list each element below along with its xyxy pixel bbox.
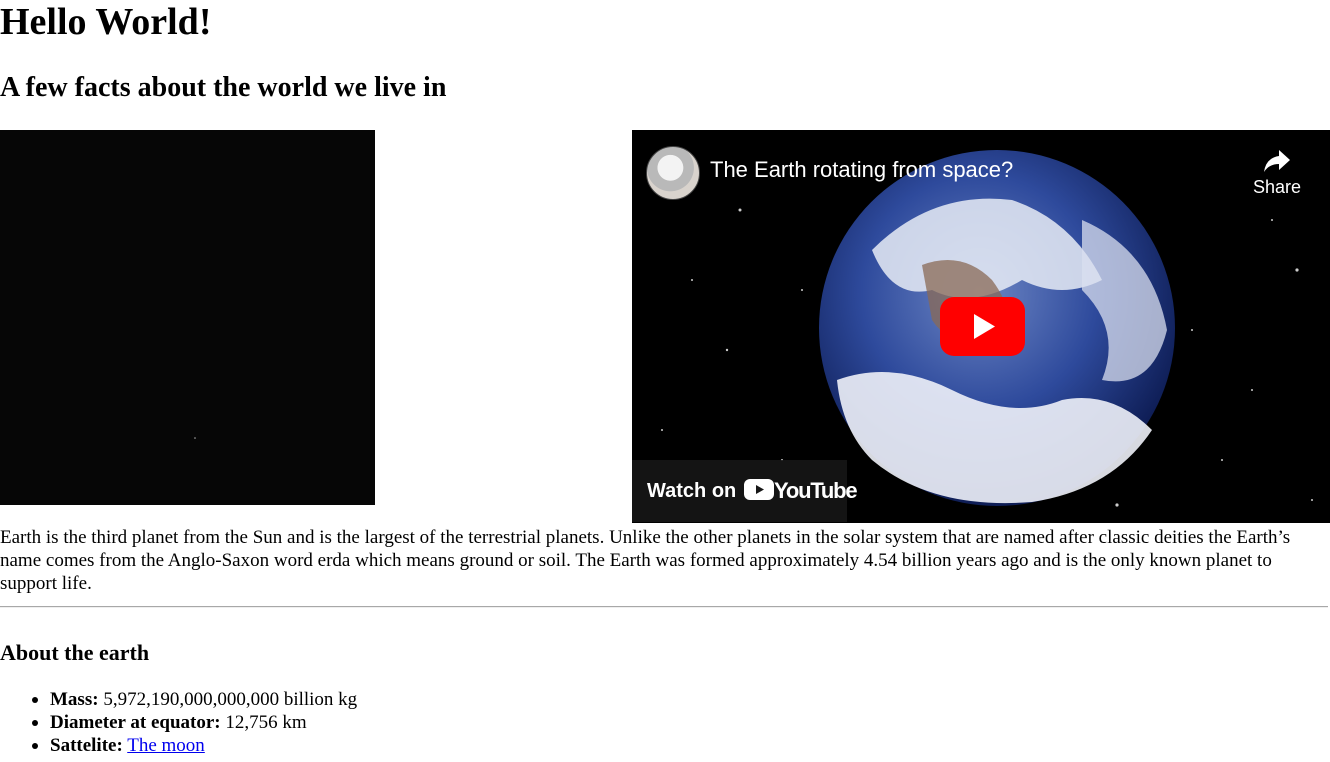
- fact-diameter: Diameter at equator: 12,756 km: [31, 711, 357, 734]
- play-button[interactable]: [940, 297, 1025, 356]
- watch-on-label: Watch on: [647, 480, 737, 502]
- watch-on-youtube-button[interactable]: Watch on YouTube: [632, 460, 858, 522]
- fact-value: 12,756 km: [220, 712, 307, 733]
- page-title: Hello World!: [0, 1, 212, 43]
- video-title[interactable]: The Earth rotating from space?: [710, 156, 1013, 184]
- youtube-video-embed[interactable]: The Earth rotating from space? Share Wat…: [632, 130, 1330, 523]
- fact-value: 5,972,190,000,000,000 billion kg: [98, 689, 358, 710]
- fact-mass: Mass: 5,972,190,000,000,000 billion kg: [31, 688, 358, 711]
- page-subtitle: A few facts about the world we live in: [0, 72, 447, 103]
- earth-image: [0, 130, 375, 505]
- divider: [0, 606, 1328, 608]
- share-icon: [1264, 150, 1290, 172]
- fact-label: Sattelite:: [50, 735, 123, 756]
- play-icon: [940, 297, 1025, 356]
- channel-avatar[interactable]: [646, 146, 700, 200]
- facts-list: Mass: 5,972,190,000,000,000 billion kg D…: [0, 688, 357, 757]
- intro-paragraph: Earth is the third planet from the Sun a…: [0, 527, 1291, 594]
- youtube-logo-icon: [744, 479, 774, 500]
- moon-link[interactable]: The moon: [127, 735, 205, 756]
- share-button[interactable]: Share: [1242, 144, 1312, 214]
- about-heading: About the earth: [0, 640, 150, 665]
- fact-label: Mass:: [50, 689, 99, 710]
- youtube-wordmark: YouTube: [774, 478, 858, 503]
- fact-satellite: Sattelite: The moon: [31, 734, 357, 757]
- fact-label: Diameter at equator:: [50, 712, 221, 733]
- share-label: Share: [1252, 177, 1302, 197]
